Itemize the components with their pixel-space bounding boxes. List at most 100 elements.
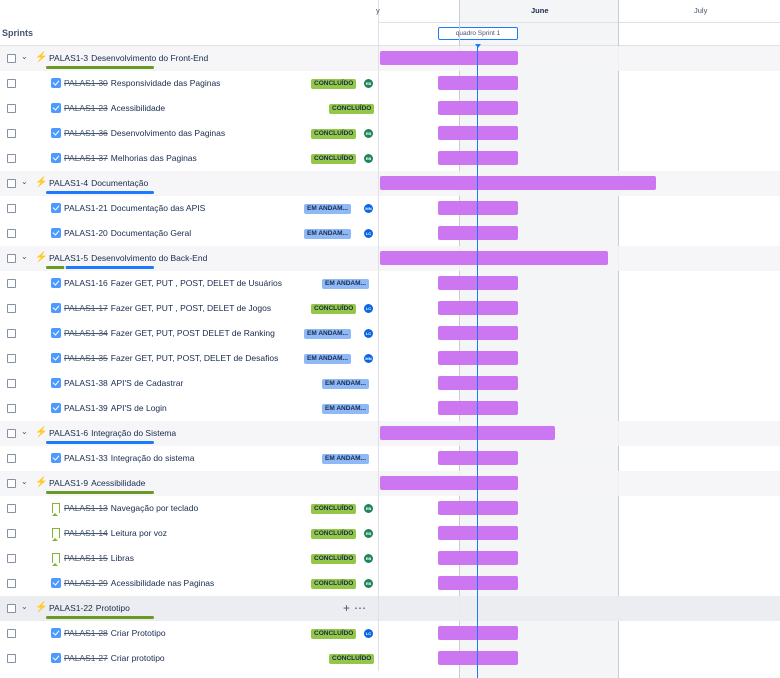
issue-timeline-bar[interactable] [438, 351, 518, 365]
assignee-avatar[interactable]: MN [364, 204, 373, 213]
row-checkbox[interactable] [7, 654, 16, 663]
issue-summary[interactable]: PALAS1-16 Fazer GET, PUT , POST, DELET de… [64, 278, 282, 288]
issue-key[interactable]: PALAS1-30 [64, 78, 108, 88]
issue-row[interactable]: PALAS1-34 Fazer GET, PUT, POST DELET de R… [0, 321, 780, 346]
status-badge[interactable]: EM ANDAM... [304, 229, 351, 239]
status-badge[interactable]: EM ANDAM... [304, 204, 351, 214]
issue-timeline-bar[interactable] [438, 126, 518, 140]
status-badge[interactable]: CONCLUÍDO [311, 554, 357, 564]
more-actions-icon[interactable]: ⋯ [354, 601, 366, 615]
issue-timeline-bar[interactable] [438, 276, 518, 290]
status-badge[interactable]: EM ANDAM... [322, 279, 369, 289]
row-checkbox[interactable] [7, 379, 16, 388]
issue-key[interactable]: PALAS1-29 [64, 578, 108, 588]
assignee-avatar[interactable]: EB [364, 79, 373, 88]
row-checkbox[interactable] [7, 279, 16, 288]
epic-timeline-bar[interactable] [380, 51, 518, 65]
chevron-down-icon[interactable]: ⌄ [21, 252, 28, 261]
issue-timeline-bar[interactable] [438, 526, 518, 540]
epic-row[interactable]: ⌄ ⚡ PALAS1-5 Desenvolvimento do Back-End [0, 246, 780, 271]
issue-key[interactable]: PALAS1-6 [49, 428, 88, 438]
issue-summary[interactable]: PALAS1-30 Responsividade das Paginas [64, 78, 220, 88]
issue-key[interactable]: PALAS1-14 [64, 528, 108, 538]
chevron-down-icon[interactable]: ⌄ [21, 602, 28, 611]
epic-timeline-bar[interactable] [380, 426, 555, 440]
status-badge[interactable]: EM ANDAM... [322, 454, 369, 464]
issue-timeline-bar[interactable] [438, 201, 518, 215]
epic-row[interactable]: ⌄ ⚡ PALAS1-3 Desenvolvimento do Front-End [0, 46, 780, 71]
issue-summary[interactable]: PALAS1-34 Fazer GET, PUT, POST DELET de R… [64, 328, 275, 338]
issue-summary[interactable]: PALAS1-5 Desenvolvimento do Back-End [49, 253, 207, 263]
status-badge[interactable]: CONCLUÍDO [311, 154, 357, 164]
issue-summary[interactable]: PALAS1-20 Documentação Geral [64, 228, 191, 238]
status-badge[interactable]: CONCLUÍDO [311, 504, 357, 514]
issue-key[interactable]: PALAS1-5 [49, 253, 88, 263]
status-badge[interactable]: CONCLUÍDO [311, 629, 357, 639]
issue-summary[interactable]: PALAS1-21 Documentação das APIS [64, 203, 205, 213]
assignee-avatar[interactable]: LC [364, 229, 373, 238]
assignee-avatar[interactable]: LC [364, 304, 373, 313]
issue-summary[interactable]: PALAS1-35 Fazer GET, PUT, POST, DELET de … [64, 353, 278, 363]
issue-row[interactable]: PALAS1-30 Responsividade das Paginas CONCL… [0, 71, 780, 96]
issue-row[interactable]: PALAS1-20 Documentação Geral EM ANDAM... LC [0, 221, 780, 246]
issue-summary[interactable]: PALAS1-13 Navegação por teclado [64, 503, 198, 513]
issue-timeline-bar[interactable] [438, 101, 518, 115]
row-checkbox[interactable] [7, 104, 16, 113]
add-child-icon[interactable]: + [343, 601, 350, 615]
issue-timeline-bar[interactable] [438, 551, 518, 565]
row-checkbox[interactable] [7, 329, 16, 338]
epic-timeline-bar[interactable] [380, 176, 656, 190]
issue-timeline-bar[interactable] [438, 401, 518, 415]
assignee-avatar[interactable]: EB [364, 579, 373, 588]
issue-key[interactable]: PALAS1-34 [64, 328, 108, 338]
chevron-down-icon[interactable]: ⌄ [21, 427, 28, 436]
issue-summary[interactable]: PALAS1-33 Integração do sistema [64, 453, 194, 463]
issue-key[interactable]: PALAS1-37 [64, 153, 108, 163]
issue-timeline-bar[interactable] [438, 651, 518, 665]
status-badge[interactable]: CONCLUÍDO [311, 129, 357, 139]
row-checkbox[interactable] [7, 179, 16, 188]
issue-key[interactable]: PALAS1-27 [64, 653, 108, 663]
issue-row[interactable]: PALAS1-37 Melhorias das Paginas CONCLUÍDO E… [0, 146, 780, 171]
assignee-avatar[interactable]: EB [364, 554, 373, 563]
issue-timeline-bar[interactable] [438, 326, 518, 340]
issue-row[interactable]: PALAS1-27 Criar prototipo CONCLUÍDO [0, 646, 780, 671]
epic-timeline-bar[interactable] [380, 251, 608, 265]
status-badge[interactable]: EM ANDAM... [322, 379, 369, 389]
issue-row[interactable]: PALAS1-36 Desenvolvimento das Paginas CONC… [0, 121, 780, 146]
epic-row[interactable]: ⌄ ⚡ PALAS1-9 Acessibilidade [0, 471, 780, 496]
issue-timeline-bar[interactable] [438, 626, 518, 640]
issue-summary[interactable]: PALAS1-36 Desenvolvimento das Paginas [64, 128, 225, 138]
issue-row[interactable]: PALAS1-29 Acessibilidade nas Paginas CONCL… [0, 571, 780, 596]
assignee-avatar[interactable]: EB [364, 129, 373, 138]
epic-timeline-bar[interactable] [380, 476, 518, 490]
status-badge[interactable]: CONCLUÍDO [311, 579, 357, 589]
row-checkbox[interactable] [7, 529, 16, 538]
issue-summary[interactable]: PALAS1-22 Prototipo [49, 603, 130, 613]
issue-summary[interactable]: PALAS1-23 Acessibilidade [64, 103, 165, 113]
row-checkbox[interactable] [7, 479, 16, 488]
sprint-marker[interactable]: quadro Sprint 1 [438, 27, 518, 40]
chevron-down-icon[interactable]: ⌄ [21, 177, 28, 186]
row-checkbox[interactable] [7, 304, 16, 313]
row-checkbox[interactable] [7, 454, 16, 463]
issue-key[interactable]: PALAS1-39 [64, 403, 108, 413]
issue-row[interactable]: PALAS1-16 Fazer GET, PUT , POST, DELET de… [0, 271, 780, 296]
issue-row[interactable]: PALAS1-33 Integração do sistema EM ANDAM..… [0, 446, 780, 471]
row-checkbox[interactable] [7, 154, 16, 163]
epic-row[interactable]: ⌄ ⚡ PALAS1-6 Integração do Sistema [0, 421, 780, 446]
status-badge[interactable]: CONCLUÍDO [329, 104, 375, 114]
issue-row[interactable]: PALAS1-35 Fazer GET, PUT, POST, DELET de … [0, 346, 780, 371]
issue-timeline-bar[interactable] [438, 151, 518, 165]
assignee-avatar[interactable]: MN [364, 354, 373, 363]
issue-timeline-bar[interactable] [438, 576, 518, 590]
issue-summary[interactable]: PALAS1-6 Integração do Sistema [49, 428, 176, 438]
issue-key[interactable]: PALAS1-9 [49, 478, 88, 488]
issue-key[interactable]: PALAS1-3 [49, 53, 88, 63]
issue-row[interactable]: PALAS1-14 Leitura por voz CONCLUÍDO EB [0, 521, 780, 546]
issue-key[interactable]: PALAS1-35 [64, 353, 108, 363]
issue-row[interactable]: PALAS1-17 Fazer GET, PUT , POST, DELET de… [0, 296, 780, 321]
issue-key[interactable]: PALAS1-33 [64, 453, 108, 463]
issue-key[interactable]: PALAS1-13 [64, 503, 108, 513]
issue-row[interactable]: PALAS1-21 Documentação das APIS EM ANDAM..… [0, 196, 780, 221]
